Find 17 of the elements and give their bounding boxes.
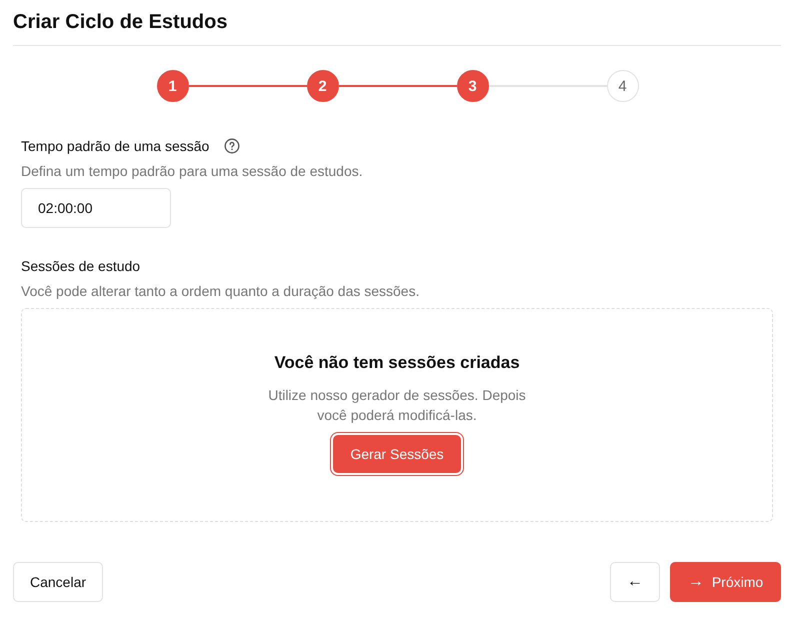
section-hint: Você pode alterar tanto a ordem quanto a duração das sessões. <box>21 283 420 299</box>
next-button[interactable]: → Próximo <box>670 562 781 602</box>
time-input[interactable]: 02:00:00 <box>21 188 171 228</box>
field-hint: Defina um tempo padrão para uma sessão de estudos. <box>21 163 364 179</box>
back-button[interactable]: ← <box>610 562 660 602</box>
cancel-button[interactable]: Cancelar <box>13 562 104 602</box>
help-icon[interactable] <box>224 138 240 154</box>
step-circle: 2 <box>306 70 338 102</box>
empty-state-text: Utilize nosso gerador de sessões. Depois você poderá modificá-las. <box>267 386 527 425</box>
section-label: Sessões de estudo <box>21 258 142 274</box>
step-circle: 1 <box>156 70 188 102</box>
step-circle: 3 <box>456 70 488 102</box>
generate-sessions-button[interactable]: Gerar Sessões <box>333 435 461 473</box>
field-label: Tempo padrão de uma sessão <box>21 138 210 154</box>
page-title: Criar Ciclo de Estudos <box>13 10 228 35</box>
step-circle: 4 <box>606 70 638 102</box>
empty-state-title: Você não tem sessões criadas <box>274 353 520 373</box>
